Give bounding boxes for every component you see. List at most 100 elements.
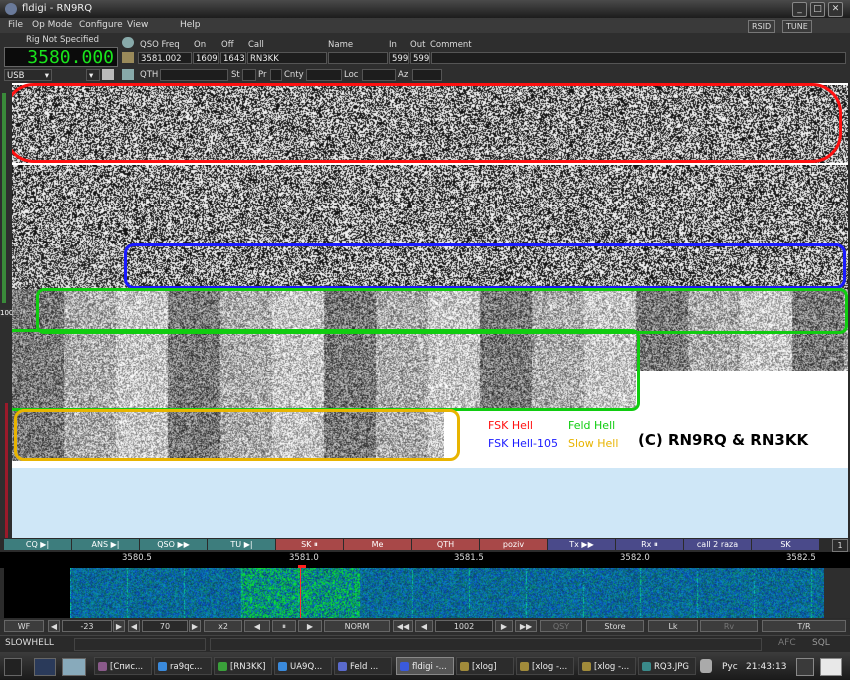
macro-button[interactable]: SK ⏸: [276, 539, 343, 550]
qsy-button[interactable]: QSY: [540, 620, 582, 632]
tray-icon[interactable]: [796, 658, 814, 676]
afc-toggle[interactable]: AFC: [778, 638, 796, 648]
azimuth-field[interactable]: [412, 69, 442, 81]
qso-freq-field[interactable]: 3581.002: [138, 52, 192, 64]
comment-field[interactable]: [431, 52, 846, 64]
maximize-icon[interactable]: □: [810, 2, 825, 17]
fsk-hell-105-outline: [124, 243, 846, 289]
waterfall-scrollbar[interactable]: [824, 568, 850, 618]
taskbar-item[interactable]: [Спис...: [94, 657, 152, 675]
mode-select[interactable]: USB ▾: [4, 69, 52, 81]
fwd-button[interactable]: ▶: [495, 620, 513, 632]
sql-toggle[interactable]: SQL: [812, 638, 830, 648]
window-title: fldigi - RN9RQ: [22, 3, 92, 14]
macro-button[interactable]: QSO ▶▶: [140, 539, 207, 550]
tune-button[interactable]: TUNE: [782, 20, 812, 33]
close-icon[interactable]: ✕: [828, 2, 843, 17]
bandwidth-select[interactable]: ▾: [86, 69, 100, 81]
locator-field[interactable]: [362, 69, 396, 81]
rewind-button[interactable]: ◀: [244, 620, 270, 632]
rsid-button[interactable]: RSID: [748, 20, 775, 33]
fast-back-button[interactable]: ◀◀: [393, 620, 413, 632]
speaker-icon[interactable]: [700, 659, 712, 673]
store-button[interactable]: Store: [586, 620, 644, 632]
taskbar-item[interactable]: RQ3.JPG: [638, 657, 696, 675]
app-icon: [5, 3, 17, 15]
lock-toggle[interactable]: Lk: [648, 620, 698, 632]
book-icon[interactable]: [102, 69, 114, 80]
macro-button[interactable]: Rx ⏸: [616, 539, 683, 550]
range-field[interactable]: 70: [142, 620, 188, 632]
reverse-toggle[interactable]: Rv: [700, 620, 758, 632]
waterfall-display[interactable]: [4, 568, 824, 618]
menu-configure[interactable]: Configure: [79, 20, 123, 30]
macro-button[interactable]: SK: [752, 539, 819, 550]
reverse-label: Rv: [724, 622, 734, 631]
level-up-button[interactable]: ▶: [113, 620, 125, 632]
country-field[interactable]: [306, 69, 342, 81]
fast-fwd-button[interactable]: ▶▶: [515, 620, 537, 632]
menu-help[interactable]: Help: [180, 20, 201, 30]
macro-page-button[interactable]: 1: [832, 539, 848, 552]
menu-view[interactable]: View: [127, 20, 148, 30]
macro-button[interactable]: Tx ▶▶: [548, 539, 615, 550]
chevron-down-icon[interactable]: ▾: [45, 70, 49, 82]
level-field[interactable]: -23: [62, 620, 112, 632]
forward-button[interactable]: ▶: [298, 620, 322, 632]
start-icon[interactable]: [4, 658, 22, 676]
taskbar-item[interactable]: [RN3KK]: [214, 657, 272, 675]
keyboard-layout[interactable]: Рус: [722, 662, 738, 672]
call-field[interactable]: RN3KK: [247, 52, 327, 64]
range-up-button[interactable]: ▶: [189, 620, 201, 632]
frequency-display[interactable]: 3580.000: [4, 47, 118, 67]
norm-button[interactable]: NORM: [324, 620, 390, 632]
macro-button[interactable]: QTH: [412, 539, 479, 550]
taskbar-item[interactable]: Feld ...: [334, 657, 392, 675]
switch-icon[interactable]: [820, 658, 842, 676]
taskbar-item[interactable]: [xlog -...: [516, 657, 574, 675]
taskbar-item[interactable]: UA9Q...: [274, 657, 332, 675]
waterfall-controls: WF ◀ -23 ▶ ◀ 70 ▶ x2 ◀ ⏸ ▶ NORM ◀◀ ◀ 100…: [0, 619, 850, 635]
monitor-icon[interactable]: [34, 658, 56, 676]
scroll-thumb[interactable]: [2, 93, 6, 303]
menu-op-mode[interactable]: Op Mode: [32, 20, 72, 30]
pause-button[interactable]: ⏸: [272, 620, 296, 632]
time-on-field[interactable]: 1609: [193, 52, 219, 64]
log-icon[interactable]: [122, 52, 134, 63]
macro-button[interactable]: call 2 raza: [684, 539, 751, 550]
province-field[interactable]: [270, 69, 282, 81]
level-down-button[interactable]: ◀: [48, 620, 60, 632]
macro-button[interactable]: Me: [344, 539, 411, 550]
name-field[interactable]: [328, 52, 388, 64]
range-down-button[interactable]: ◀: [128, 620, 140, 632]
menu-file[interactable]: File: [8, 20, 23, 30]
tr-button[interactable]: T/R: [762, 620, 846, 632]
macro-button[interactable]: TU ▶|: [208, 539, 275, 550]
waterfall-canvas[interactable]: [70, 568, 824, 618]
rst-out-field[interactable]: 599: [410, 52, 430, 64]
freq-offset-field[interactable]: 1002: [435, 620, 493, 632]
taskbar-item[interactable]: ra9qc...: [154, 657, 212, 675]
back-button[interactable]: ◀: [415, 620, 433, 632]
macro-button[interactable]: CQ ▶|: [4, 539, 71, 550]
macro-button[interactable]: ANS ▶|: [72, 539, 139, 550]
zoom-button[interactable]: x2: [204, 620, 242, 632]
desktop-icon[interactable]: [62, 658, 86, 676]
rst-in-field[interactable]: 599: [389, 52, 409, 64]
freq-icon[interactable]: [122, 37, 134, 48]
time-off-field[interactable]: 1643: [220, 52, 246, 64]
taskbar-item[interactable]: fldigi -...: [396, 657, 454, 675]
taskbar-item[interactable]: [xlog -...: [578, 657, 636, 675]
transmit-area[interactable]: [12, 468, 848, 538]
qth-field[interactable]: [160, 69, 228, 81]
state-field[interactable]: [242, 69, 256, 81]
clear-icon[interactable]: [122, 69, 134, 80]
rx-scrollbar[interactable]: 100: [0, 83, 12, 538]
minimize-icon[interactable]: _: [792, 2, 807, 17]
receive-area[interactable]: FSK Hell Feld Hell FSK Hell-105 Slow Hel…: [12, 83, 848, 468]
taskbar: [Спис... ra9qc... [RN3KK] UA9Q... Feld ... fl…: [0, 652, 850, 680]
macro-button[interactable]: poziv: [480, 539, 547, 550]
wf-mode-button[interactable]: WF: [4, 620, 44, 632]
taskbar-item[interactable]: [xlog]: [456, 657, 514, 675]
tr-label: T/R: [797, 622, 810, 631]
